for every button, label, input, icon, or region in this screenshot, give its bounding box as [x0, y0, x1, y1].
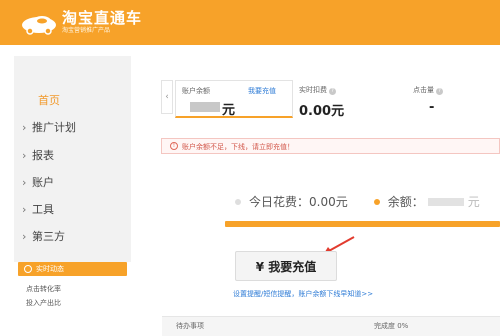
gray-dot-icon	[235, 198, 241, 205]
bottom-strip: 待办事项 完成度 0%	[162, 316, 500, 336]
chevron-right-icon: ›	[22, 176, 27, 189]
today-spend-value: 0.00元	[309, 195, 348, 209]
brand-logo[interactable]: 淘宝直通车 淘宝营销推广产品	[20, 10, 142, 35]
completion-label: 完成度 0%	[374, 322, 409, 330]
live-line-ctr: 点击转化率	[26, 285, 61, 293]
balance-unit: 元	[222, 103, 236, 118]
warning-banner: ! 账户余额不足，下线，请立即充值！	[161, 138, 500, 154]
warning-text: 账户余额不足，下线，请立即充值！	[182, 143, 294, 151]
balance-progress-bar	[225, 221, 500, 227]
question-circle-icon[interactable]: ?	[329, 88, 336, 95]
top-bar: 淘宝直通车 淘宝营销推广产品	[0, 0, 500, 45]
sidebar-item-third-party[interactable]: › 第三方	[22, 230, 65, 244]
sidebar-item-label: 第三方	[32, 230, 65, 243]
live-header[interactable]: 实时动态	[18, 262, 127, 276]
todo-label: 待办事项	[176, 322, 204, 330]
main-content: ‹ 账户余额 我要充值 元 实时扣费? 0.00元 点击量? - ! 账户余额不…	[145, 56, 500, 336]
sidebar-item-label: 报表	[32, 149, 54, 162]
orange-dot-icon	[373, 198, 380, 205]
account-summary-card: ‹ 账户余额 我要充值 元 实时扣费? 0.00元 点击量? -	[161, 76, 500, 120]
question-circle-icon[interactable]: ?	[436, 88, 443, 95]
spend-summary: 今日花费： 0.00元 余额： 元	[235, 193, 480, 210]
deduction-value: 0.00元	[299, 104, 345, 119]
sidebar-item-reports[interactable]: › 报表	[22, 149, 54, 163]
live-dot-icon	[24, 265, 32, 273]
recharge-link[interactable]: 我要充值	[248, 86, 276, 96]
spend-balance-unit: 元	[467, 195, 480, 209]
today-spend-label: 今日花费：	[249, 195, 310, 209]
chevron-right-icon: ›	[22, 149, 27, 162]
spend-balance-blurred	[427, 197, 464, 206]
spend-balance-label: 余额：	[387, 195, 424, 209]
sidebar-item-tools[interactable]: › 工具	[22, 203, 54, 217]
deduction-label: 实时扣费?	[299, 85, 336, 95]
sidebar-item-label: 推广计划	[32, 121, 76, 134]
car-logo-icon	[20, 11, 58, 35]
live-panel: 实时动态 点击转化率 投入产出比	[14, 262, 131, 336]
sidebar-item-account[interactable]: › 账户	[22, 176, 54, 190]
chevron-right-icon: ›	[22, 230, 27, 243]
brand-title: 淘宝直通车	[62, 9, 143, 27]
balance-blurred-value	[190, 102, 220, 112]
brand-subtitle: 淘宝营销推广产品	[62, 27, 111, 34]
sidebar-item-campaigns[interactable]: › 推广计划	[22, 121, 76, 135]
clicks-label: 点击量?	[413, 85, 443, 95]
chevron-right-icon: ›	[22, 121, 27, 134]
account-balance-box: 账户余额 我要充值 元	[175, 80, 293, 118]
exclamation-circle-icon: !	[170, 142, 178, 150]
chevron-left-icon[interactable]: ‹	[161, 80, 173, 114]
live-title: 实时动态	[36, 265, 64, 273]
recharge-button[interactable]: ¥ 我要充值	[235, 251, 337, 281]
clicks-value: -	[429, 100, 435, 115]
live-line-roi: 投入产出比	[26, 299, 61, 307]
chevron-right-icon: ›	[22, 203, 27, 216]
reminder-link[interactable]: 设置提醒/短信提醒，账户余额下线早知道>>	[233, 289, 373, 299]
sidebar-item-label: 账户	[32, 176, 54, 189]
balance-label: 账户余额	[182, 87, 210, 95]
sidebar-item-label: 首页	[38, 94, 60, 107]
sidebar-item-home[interactable]: 首页	[38, 94, 60, 108]
sidebar-item-label: 工具	[32, 203, 54, 216]
